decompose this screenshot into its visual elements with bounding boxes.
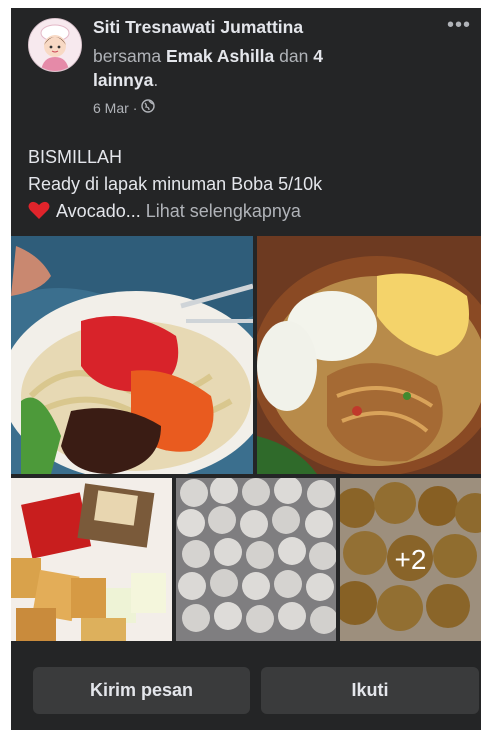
globe-icon [141,99,156,116]
tagged-person[interactable]: Emak Ashilla [166,46,274,66]
photo-1[interactable] [11,236,253,474]
post-text: BISMILLAH Ready di lapak minuman Boba 5/… [28,144,468,228]
avatar[interactable] [28,18,82,72]
send-message-button[interactable]: Kirim pesan [33,667,250,714]
photo-2[interactable] [257,236,481,474]
post-text-line2: Ready di lapak minuman Boba 5/10k [28,174,323,194]
post-meta: 6 Mar · [93,99,156,116]
with-prefix: bersama [93,46,162,66]
tagged-with-line: bersama Emak Ashilla dan 4 lainnya. [93,44,383,92]
heart-icon [28,200,50,228]
author-name[interactable]: Siti Tresnawati Jumattina [93,17,303,38]
period: . [153,70,159,90]
post-card: Siti Tresnawati Jumattina bersama Emak A… [11,8,481,730]
photo-4[interactable] [176,478,336,641]
post-text-line3-content: Avocado... [56,201,141,221]
with-and: dan [279,46,309,66]
more-photos-count[interactable]: +2 [340,478,481,641]
meta-separator: · [132,99,138,116]
photo-3[interactable] [11,478,172,641]
post-text-line3: Avocado... Lihat selengkapnya [28,198,468,228]
see-more-link[interactable]: Lihat selengkapnya [146,201,301,221]
more-options-icon[interactable]: ••• [447,14,471,37]
post-date[interactable]: 6 Mar [93,100,129,116]
follow-button[interactable]: Ikuti [261,667,479,714]
post-text-line1: BISMILLAH [28,147,123,167]
photo-5[interactable]: +2 [340,478,481,641]
